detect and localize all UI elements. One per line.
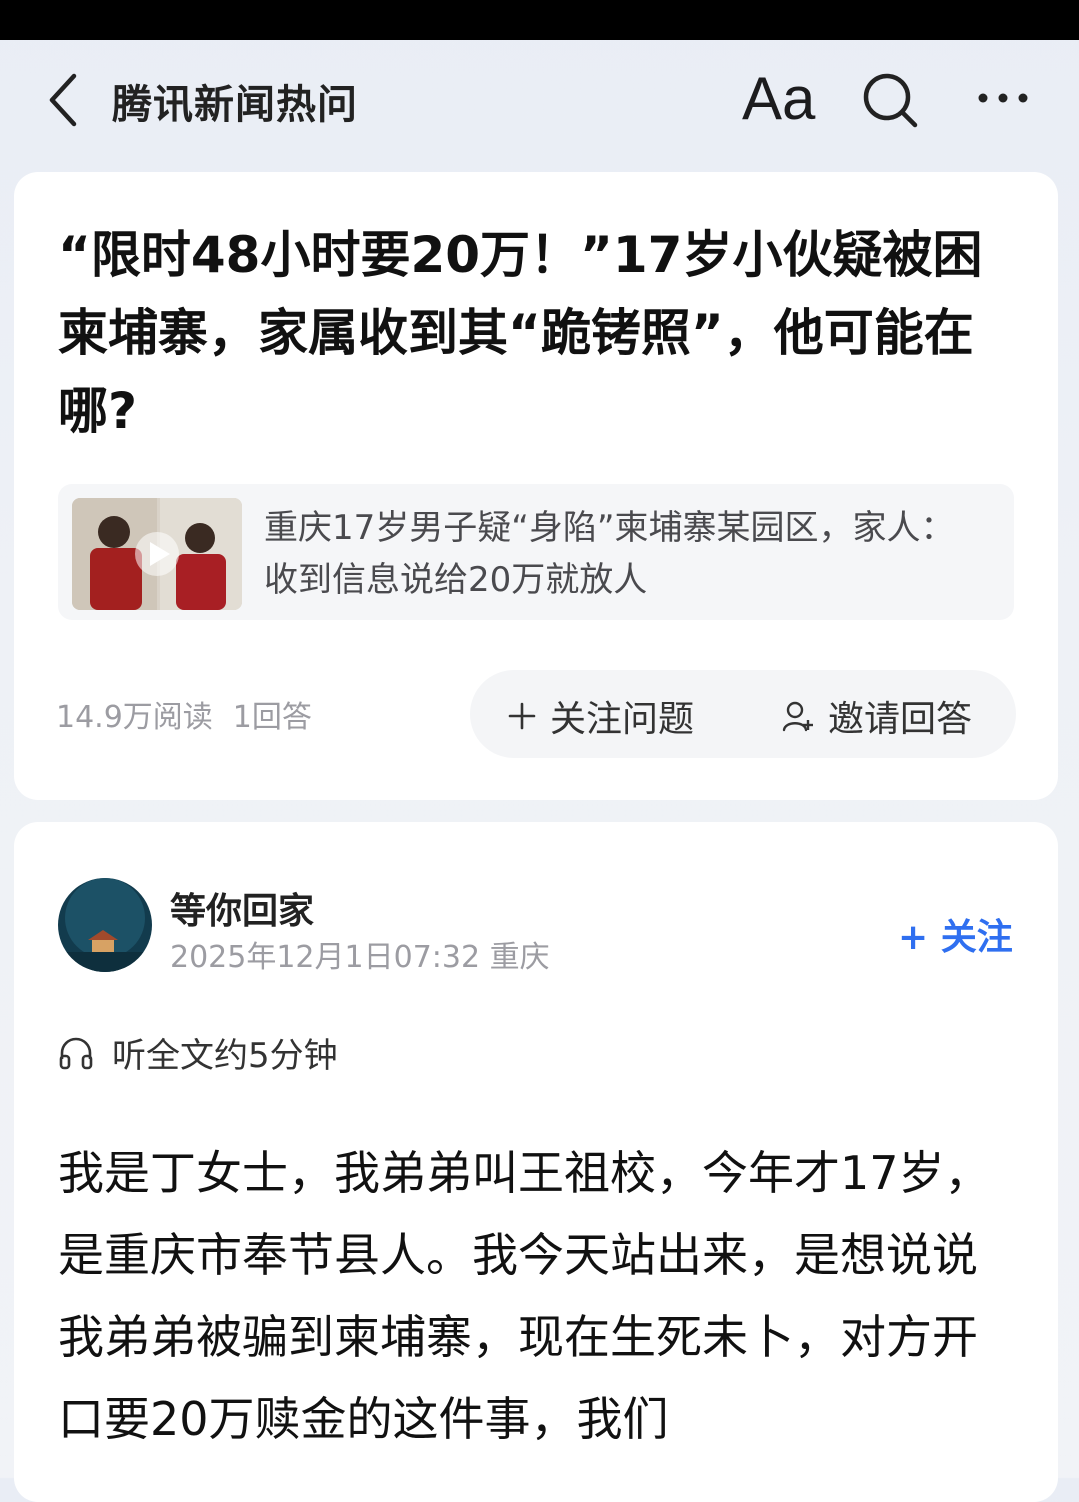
status-bar (0, 0, 1079, 40)
search-icon[interactable] (860, 70, 920, 130)
answer-body: 我是丁女士，我弟弟叫王祖校，今年才17岁，是重庆市奉节县人。我今天站出来，是想说… (58, 1146, 991, 1446)
question-stats: 14.9万阅读 1回答 (56, 692, 332, 736)
person-icon (782, 701, 813, 732)
question-title: “限时48小时要20万！”17岁小伙疑被困柬埔寨，家属收到其“跪铐照”，他可能在… (58, 226, 983, 440)
answer-count: 1回答 (232, 700, 312, 735)
listen-label: 听全文约5分钟 (112, 1036, 338, 1076)
related-news-title[interactable]: 重庆17岁男子疑“身陷”柬埔寨某园区，家人：收到信息说给20万就放人 (264, 502, 984, 606)
follow-question-button[interactable]: 关注问题 (508, 690, 694, 742)
question-actions: 关注问题 邀请回答 (470, 670, 1016, 758)
more-icon[interactable] (975, 70, 1035, 130)
read-count: 14.9万阅读 (56, 700, 213, 735)
headphone-icon (59, 1037, 93, 1069)
page-title: 腾讯新闻热问 (112, 82, 358, 128)
follow-author-button[interactable]: + 关注 (898, 908, 1013, 960)
author-meta: 2025年12月1日07:32 重庆 (170, 940, 550, 975)
play-icon (135, 532, 179, 576)
related-news-link[interactable]: 重庆17岁男子疑“身陷”柬埔寨某园区，家人：收到信息说给20万就放人 (58, 484, 1014, 620)
avatar[interactable] (58, 878, 152, 972)
nav-bar: 腾讯新闻热问 Aa (0, 40, 1079, 160)
question-card: “限时48小时要20万！”17岁小伙疑被困柬埔寨，家属收到其“跪铐照”，他可能在… (14, 172, 1058, 800)
back-icon[interactable] (40, 70, 90, 130)
follow-question-label: 关注问题 (550, 699, 695, 740)
invite-answer-label: 邀请回答 (828, 699, 973, 740)
listen-button[interactable]: 听全文约5分钟 (58, 1028, 338, 1077)
answer-card: 等你回家 2025年12月1日07:32 重庆 + 关注 听全文约5分钟 我是丁… (14, 822, 1058, 1502)
author-name[interactable]: 等你回家 (170, 882, 314, 934)
font-size-icon[interactable]: Aa (742, 64, 815, 134)
invite-answer-button[interactable]: 邀请回答 (782, 690, 972, 742)
news-thumbnail[interactable] (72, 498, 242, 610)
plus-icon (508, 702, 536, 730)
